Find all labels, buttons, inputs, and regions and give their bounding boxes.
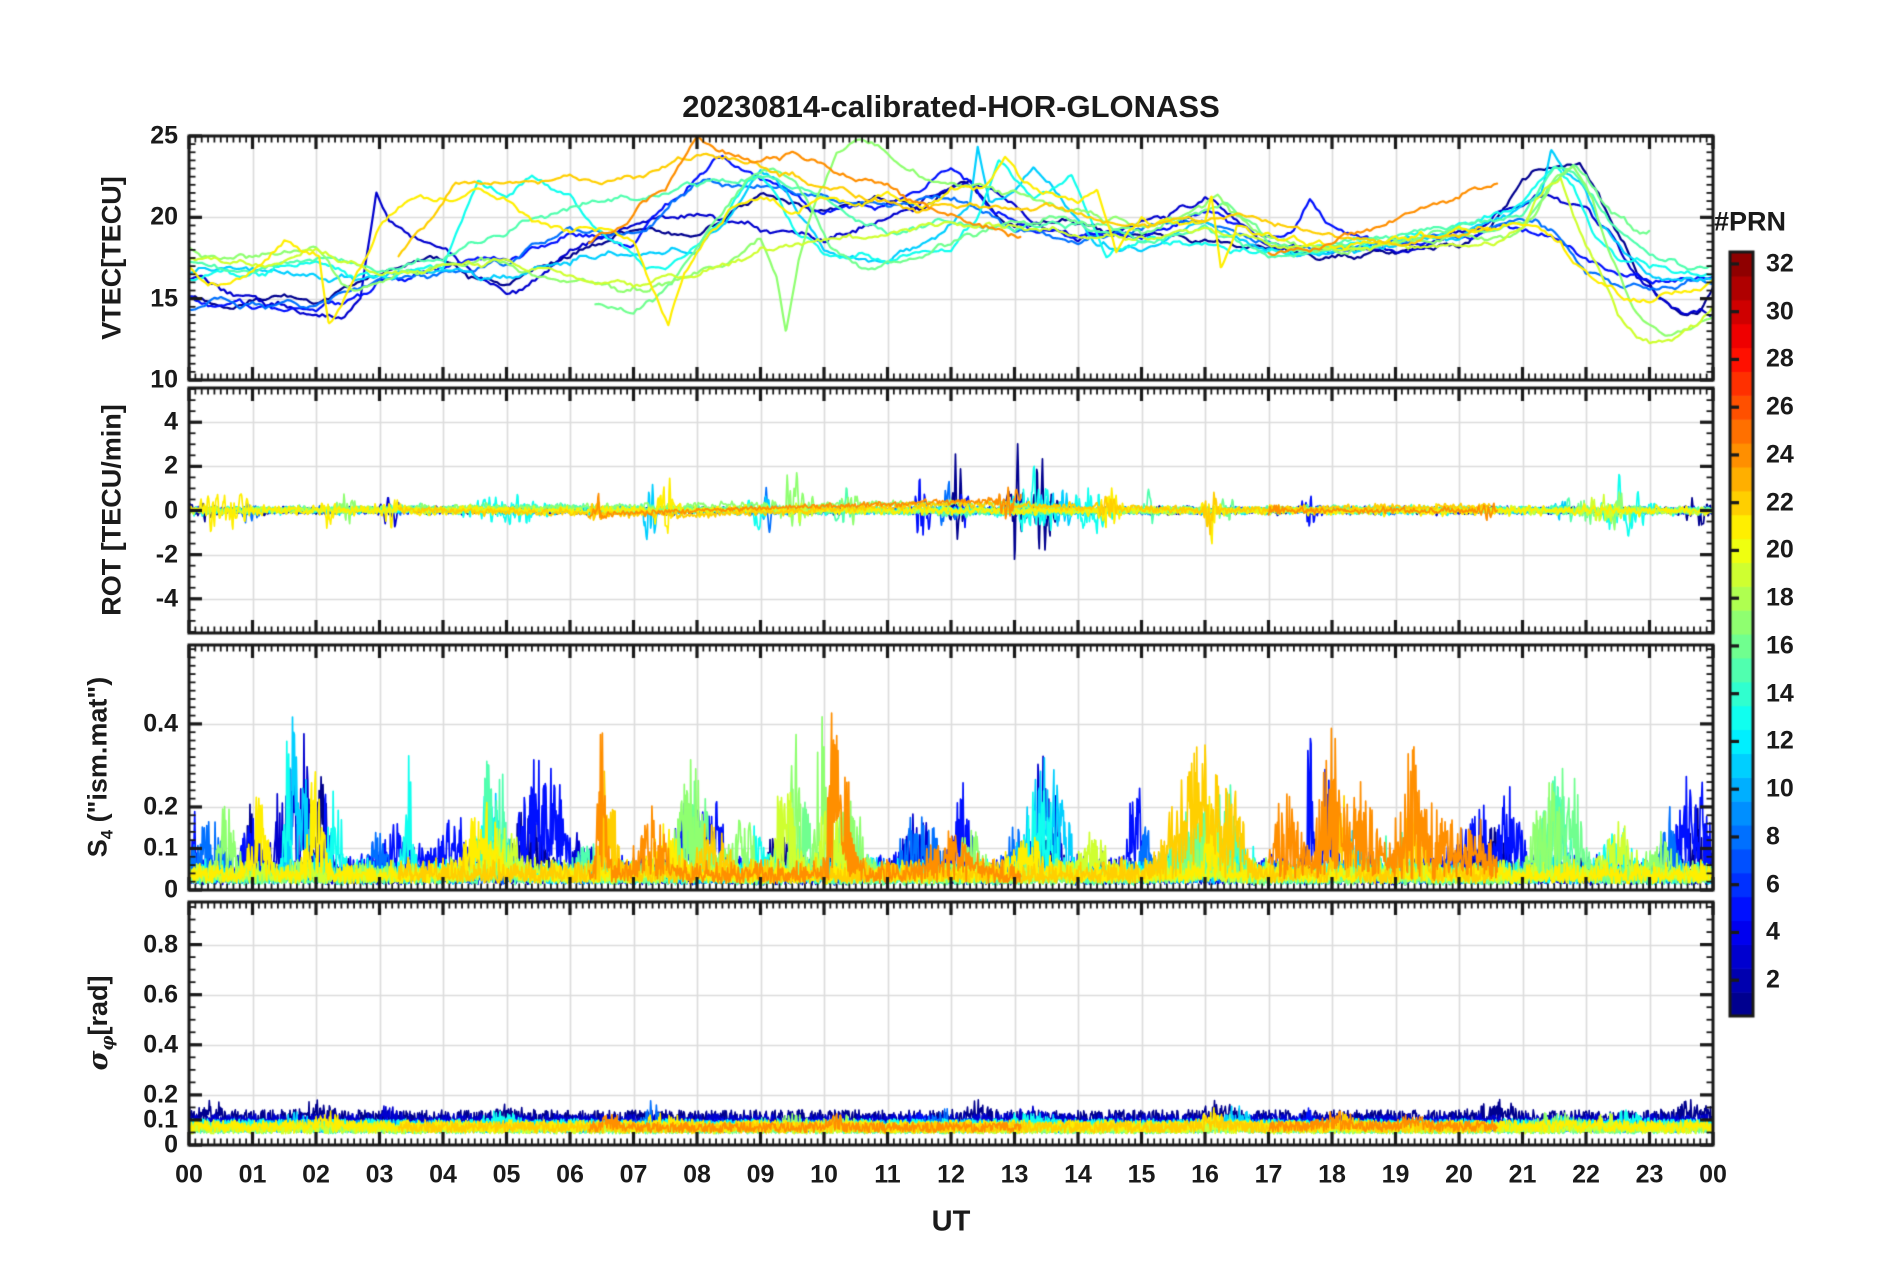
s4-symbol: S [82,839,113,858]
y-tick-label: 0.8 [143,930,178,959]
x-tick-label: 10 [810,1160,838,1189]
y-tick-label: 10 [150,365,178,394]
y-tick-label: -4 [155,584,178,613]
colorbar-tick-label: 16 [1766,631,1794,660]
s4-unit: ("ism.mat") [82,676,113,830]
colorbar-tick-label: 30 [1766,297,1794,326]
y-axis-label-sigma-phi: σφ[rad] [83,975,117,1070]
colorbar-tick-label: 20 [1766,535,1794,564]
x-tick-label: 23 [1635,1160,1664,1189]
y-tick-label: 15 [150,284,178,313]
y-tick-label: 0.6 [143,980,178,1009]
x-tick-label: 12 [937,1160,965,1189]
x-tick-label: 13 [1000,1160,1029,1189]
y-tick-label: 20 [150,202,178,231]
x-tick-label: 05 [492,1160,521,1189]
colorbar-tick-label: 14 [1766,679,1794,708]
y-tick-label: 25 [150,121,178,150]
x-tick-label: 21 [1508,1160,1537,1189]
phi-subscript: φ [97,1035,118,1051]
colorbar-tick-label: 12 [1766,726,1794,755]
x-tick-label: 19 [1381,1160,1410,1189]
y-tick-label: 0.2 [143,792,178,821]
x-tick-label: 01 [238,1160,267,1189]
x-tick-label: 00 [175,1160,203,1189]
y-tick-label: 0.4 [143,709,178,738]
x-tick-label: 08 [683,1160,711,1189]
y-tick-label: 0.1 [143,1105,178,1134]
x-tick-label: 00 [1699,1160,1727,1189]
y-tick-label: -2 [155,540,178,569]
x-axis-label: UT [931,1205,971,1238]
sigma-unit: [rad] [82,975,113,1036]
x-tick-label: 09 [746,1160,775,1189]
y-tick-label: 4 [164,407,178,436]
y-axis-label-rot: ROT [TECU/min] [96,404,127,616]
x-tick-label: 16 [1191,1160,1219,1189]
y-tick-label: 0.4 [143,1030,178,1059]
y-tick-label: 0 [164,496,178,524]
x-tick-label: 03 [365,1160,394,1189]
colorbar-tick-label: 26 [1766,392,1794,421]
colorbar-tick-label: 4 [1766,917,1780,946]
x-tick-label: 07 [619,1160,648,1189]
colorbar-tick-label: 28 [1766,344,1794,373]
colorbar-tick-label: 32 [1766,249,1794,278]
y-tick-label: 0 [164,1130,178,1159]
colorbar-tick-label: 10 [1766,774,1794,803]
y-tick-label: 0.1 [143,833,178,862]
colorbar-tick-label: 8 [1766,822,1780,851]
x-tick-label: 17 [1254,1160,1283,1189]
y-axis-label-vtec: VTEC[TECU] [96,176,127,340]
x-tick-label: 18 [1318,1160,1346,1189]
x-tick-label: 14 [1064,1160,1092,1189]
x-tick-label: 04 [429,1160,457,1189]
y-tick-label: 2 [164,451,178,480]
chart-canvas [0,0,1902,1272]
colorbar-tick-label: 22 [1766,488,1794,517]
y-tick-label: 0.2 [143,1080,178,1109]
sigma-symbol: σ [82,1050,114,1071]
x-tick-label: 11 [874,1160,901,1189]
chart-title: 20230814-calibrated-HOR-GLONASS [682,89,1220,124]
y-tick-label: 0 [164,875,178,904]
colorbar-tick-label: 6 [1766,870,1780,899]
x-tick-label: 15 [1127,1160,1156,1189]
colorbar-tick-label: 2 [1766,965,1780,994]
x-tick-label: 22 [1572,1160,1600,1189]
figure: 20230814-calibrated-HOR-GLONASS VTEC[TEC… [0,0,1902,1272]
x-tick-label: 20 [1445,1160,1473,1189]
colorbar-title: #PRN [1714,206,1787,237]
colorbar-tick-label: 18 [1766,583,1794,612]
x-tick-label: 02 [302,1160,330,1189]
y-axis-label-s4: S4 ("ism.mat") [82,677,117,857]
x-tick-label: 06 [556,1160,584,1189]
colorbar-tick-label: 24 [1766,440,1794,469]
s4-subscript: 4 [97,829,117,840]
